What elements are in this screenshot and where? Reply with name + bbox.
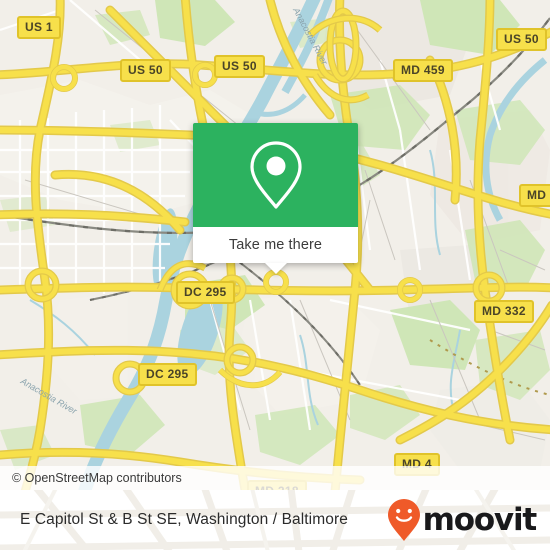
- take-me-there-button[interactable]: Take me there: [193, 227, 358, 274]
- road-shield[interactable]: US 50: [496, 28, 547, 51]
- map-screenshot: US 1 US 50 US 50 MD 459 US 50 MD 7 MD 33…: [0, 0, 550, 550]
- road-shield[interactable]: MD 459: [393, 59, 453, 82]
- moovit-pin-smiley-icon: [387, 499, 420, 541]
- attribution-text[interactable]: © OpenStreetMap contributors: [12, 471, 182, 485]
- location-popup-card[interactable]: Take me there: [193, 123, 358, 274]
- map-pin-icon: [249, 141, 302, 209]
- road-shield[interactable]: DC 295: [138, 363, 197, 386]
- road-shield[interactable]: US 50: [214, 55, 265, 78]
- map-canvas[interactable]: US 1 US 50 US 50 MD 459 US 50 MD 7 MD 33…: [0, 0, 550, 490]
- footer-content: E Capitol St & B St SE, Washington / Bal…: [0, 490, 550, 550]
- location-title: E Capitol St & B St SE, Washington / Bal…: [20, 511, 348, 528]
- footer-bar: E Capitol St & B St SE, Washington / Bal…: [0, 490, 550, 550]
- road-shield[interactable]: DC 295: [176, 281, 235, 304]
- moovit-logo[interactable]: moovit: [387, 498, 538, 542]
- road-shield[interactable]: US 1: [17, 16, 61, 39]
- moovit-wordmark: moovit: [422, 501, 538, 538]
- take-me-there-label: Take me there: [228, 237, 323, 253]
- attribution-bar: © OpenStreetMap contributors: [0, 466, 550, 490]
- road-shield[interactable]: MD 7: [519, 184, 550, 207]
- popup-card-header: [193, 123, 358, 227]
- road-shield[interactable]: US 50: [120, 59, 171, 82]
- road-shield[interactable]: MD 332: [474, 300, 534, 323]
- popup-pointer-tail: [264, 263, 287, 274]
